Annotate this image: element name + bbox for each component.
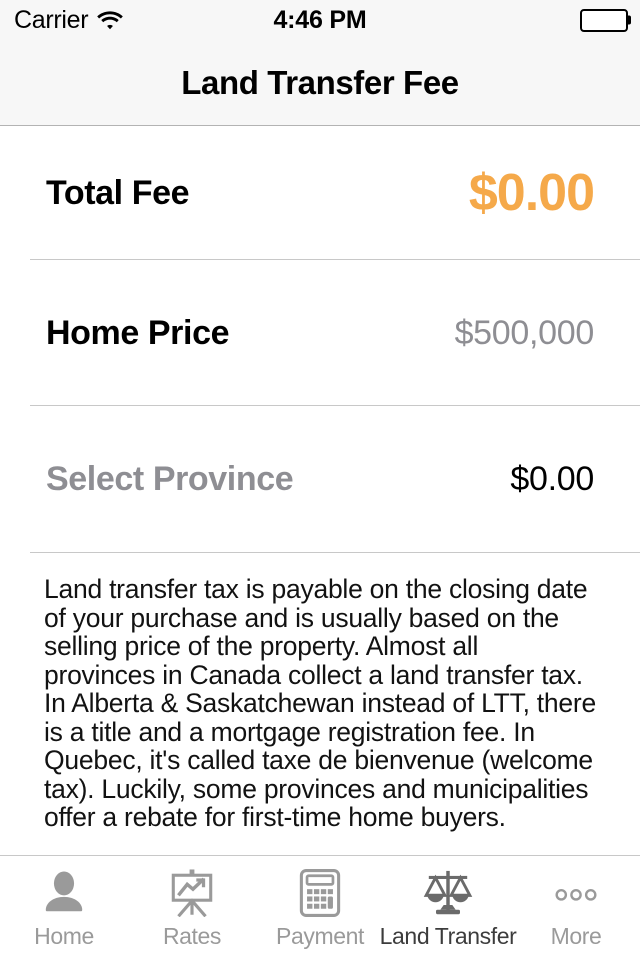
navigation-bar: Land Transfer Fee xyxy=(0,40,640,126)
main-content: Total Fee $0.00 Home Price $500,000 Sele… xyxy=(0,126,640,855)
calculator-icon xyxy=(292,866,348,920)
status-bar-right xyxy=(580,0,631,40)
status-bar-time: 4:46 PM xyxy=(273,5,367,34)
description-text: Land transfer tax is payable on the clos… xyxy=(44,574,596,832)
select-province-label: Select Province xyxy=(46,460,294,498)
select-province-row[interactable]: Select Province $0.00 xyxy=(0,406,640,553)
page-title: Land Transfer Fee xyxy=(181,63,459,101)
tab-label: Payment xyxy=(276,923,364,949)
tab-label: Home xyxy=(34,923,94,949)
app-root: Carrier 4:46 PM Land Transfer Fee Total … xyxy=(0,0,640,960)
tab-more[interactable]: More xyxy=(512,856,640,960)
tab-payment[interactable]: Payment xyxy=(256,856,384,960)
total-fee-label: Total Fee xyxy=(46,173,190,212)
home-price-label: Home Price xyxy=(46,313,230,352)
home-price-row[interactable]: Home Price $500,000 xyxy=(0,260,640,406)
total-fee-row: Total Fee $0.00 xyxy=(0,126,640,260)
battery-cap xyxy=(628,15,631,25)
home-price-value[interactable]: $500,000 xyxy=(455,314,595,353)
tab-label: More xyxy=(550,923,602,949)
scales-icon xyxy=(420,866,476,920)
total-fee-value: $0.00 xyxy=(468,164,595,222)
chart-easel-icon xyxy=(164,866,220,920)
tab-home[interactable]: Home xyxy=(0,856,128,960)
row-separator xyxy=(30,552,640,553)
status-bar: Carrier 4:46 PM xyxy=(0,0,640,40)
tab-label: Rates xyxy=(162,923,222,949)
ellipsis-icon xyxy=(548,866,604,920)
select-province-value: $0.00 xyxy=(510,460,594,498)
tab-land-transfer[interactable]: Land Transfer xyxy=(380,856,517,960)
tab-rates[interactable]: Rates xyxy=(128,856,256,960)
tab-label: Land Transfer xyxy=(379,923,517,949)
person-icon xyxy=(36,866,92,920)
battery-full-icon xyxy=(580,8,631,32)
tab-bar: Home Rates Payment Land Transfer More xyxy=(0,855,640,960)
